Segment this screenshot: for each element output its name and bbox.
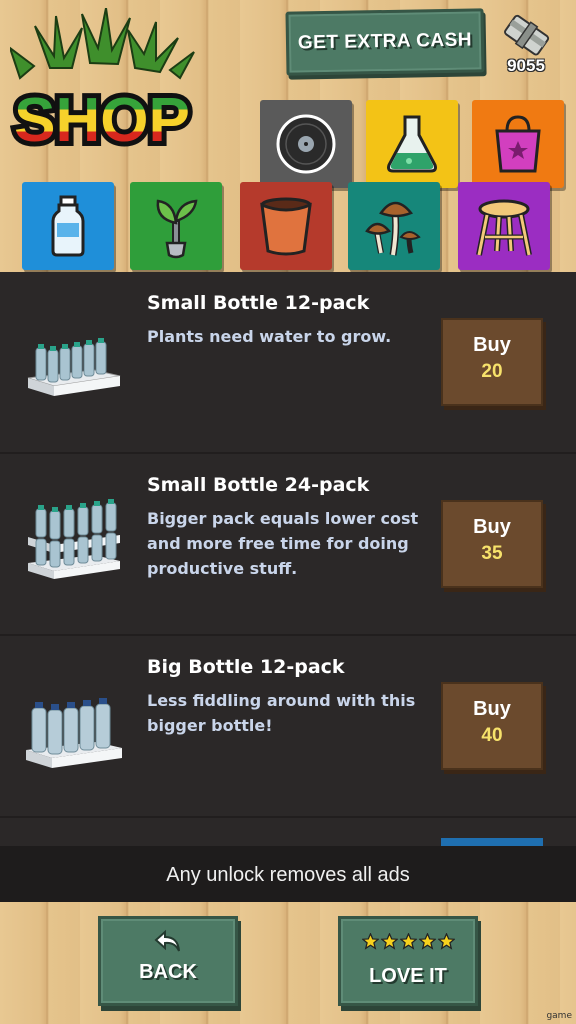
category-pots[interactable]	[240, 182, 332, 270]
buy-label: Buy	[473, 516, 511, 538]
star-icon	[398, 932, 418, 950]
cash-display: 9055	[496, 14, 556, 80]
record-icon	[276, 114, 336, 174]
flask-icon	[387, 115, 437, 173]
buy-label: Buy	[473, 698, 511, 720]
buy-price: 20	[481, 361, 503, 382]
love-it-label: LOVE IT	[369, 965, 447, 987]
item-title: Small Bottle 24-pack	[147, 474, 370, 496]
category-gardening[interactable]	[130, 182, 222, 270]
love-it-button[interactable]: LOVE IT	[338, 916, 478, 1006]
star-icon	[436, 932, 456, 950]
list-item-partial	[0, 818, 576, 846]
rating-stars	[341, 932, 475, 953]
get-extra-cash-label: GET EXTRA CASH	[297, 29, 473, 54]
get-extra-cash-button[interactable]: GET EXTRA CASH	[285, 8, 485, 76]
star-icon	[417, 932, 437, 950]
shop-item-list[interactable]: Small Bottle 12-pack Plants need water t…	[0, 272, 576, 846]
mushrooms-icon	[365, 201, 421, 256]
buy-button[interactable]: Buy 20	[441, 318, 543, 406]
money-stack-icon	[504, 14, 550, 56]
item-description: Less fiddling around with this bigger bo…	[147, 691, 416, 735]
bottle-pack-12-image	[27, 338, 121, 396]
list-item: Big Bottle 12-pack Less fiddling around …	[0, 636, 576, 816]
cash-amount: 9055	[507, 56, 545, 75]
shop-logo-text: SHOP	[14, 86, 190, 148]
list-item: Small Bottle 12-pack Plants need water t…	[0, 272, 576, 452]
category-mushrooms[interactable]	[348, 182, 440, 270]
buy-button[interactable]: Buy 35	[441, 500, 543, 588]
category-furniture[interactable]	[458, 182, 550, 270]
list-item: Small Bottle 24-pack Bigger pack equals …	[0, 454, 576, 634]
stool-icon	[476, 199, 532, 256]
shop-logo: SHOP SHOP	[8, 7, 195, 160]
item-title: Big Bottle 12-pack	[147, 656, 345, 678]
watermark: game	[546, 1011, 572, 1021]
back-button[interactable]: BACK	[98, 916, 238, 1006]
item-title: Small Bottle 12-pack	[147, 292, 370, 314]
partial-buy-button[interactable]	[441, 838, 543, 846]
shovel-plant-icon	[156, 199, 198, 259]
flower-pot-icon	[260, 197, 312, 256]
buy-price: 35	[481, 543, 503, 564]
shopping-bag-icon	[495, 115, 541, 173]
category-water[interactable]	[22, 182, 114, 270]
buy-button[interactable]: Buy 40	[441, 682, 543, 770]
bottle-pack-24-image	[28, 499, 120, 579]
star-icon	[360, 932, 380, 950]
back-arrow-icon	[154, 929, 180, 952]
water-bottle-icon	[51, 195, 85, 257]
item-description: Plants need water to grow.	[147, 327, 392, 346]
star-icon	[379, 932, 399, 950]
category-shopping[interactable]	[472, 100, 564, 188]
category-music[interactable]	[260, 100, 352, 188]
item-description: Bigger pack equals lower cost and more f…	[147, 509, 419, 578]
big-bottle-pack-12-image	[26, 698, 122, 768]
buy-label: Buy	[473, 334, 511, 356]
buy-price: 40	[481, 725, 503, 746]
ads-notice: Any unlock removes all ads	[0, 846, 576, 902]
back-label: BACK	[139, 961, 197, 983]
category-chemistry[interactable]	[366, 100, 458, 188]
